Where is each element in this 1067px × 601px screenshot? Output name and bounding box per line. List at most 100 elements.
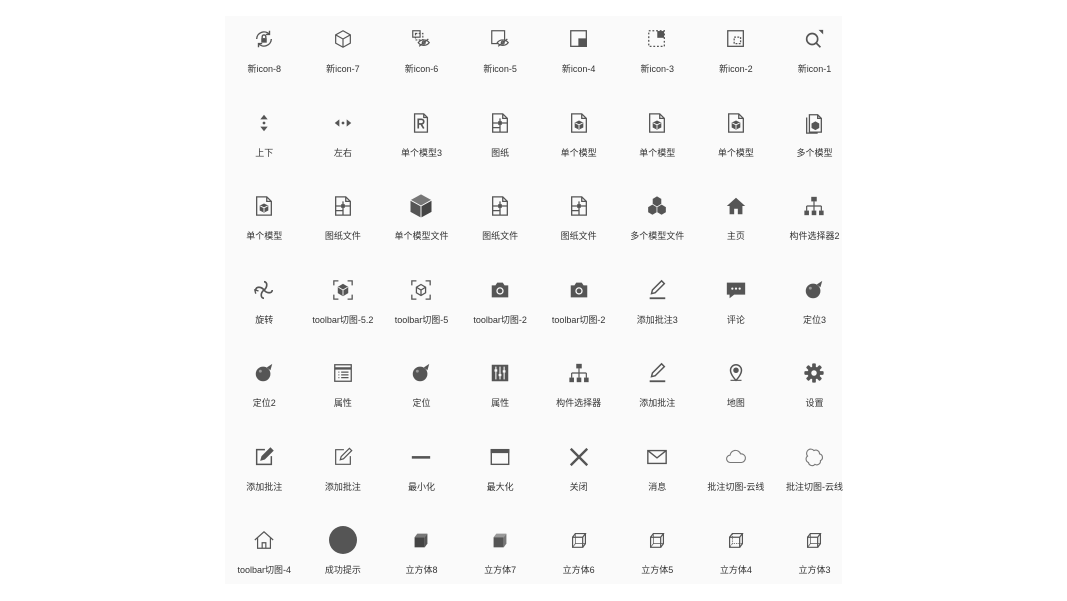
sliders-icon — [487, 360, 513, 386]
mail-icon — [644, 444, 670, 470]
icon-tile[interactable]: 新icon-4 — [539, 16, 618, 100]
icon-tile[interactable]: 立方体4 — [697, 517, 776, 601]
drawing-file-icon — [566, 193, 592, 219]
frame-cube-icon — [330, 277, 356, 303]
icon-tile[interactable]: 新icon-8 — [225, 16, 304, 100]
cube-wire-icon — [801, 527, 827, 553]
icon-tile[interactable]: 属性 — [461, 350, 540, 434]
cube-wire-icon — [566, 527, 592, 553]
icon-tile[interactable]: toolbar切图-2 — [461, 267, 540, 351]
icon-tile[interactable]: 新icon-5 — [461, 16, 540, 100]
icon-label: 地图 — [726, 398, 745, 408]
icon-label: 构件选择器 — [556, 398, 602, 408]
icon-label: 评论 — [726, 314, 745, 325]
home-solid-icon — [723, 193, 749, 219]
icon-tile[interactable]: 图纸文件 — [304, 183, 383, 267]
icon-label: 新icon-4 — [561, 64, 596, 74]
icon-tile[interactable]: 单个模型 — [225, 183, 304, 267]
icon-label: 主页 — [726, 231, 745, 241]
icon-tile[interactable]: 立方体5 — [618, 517, 697, 601]
icon-tile[interactable]: 单个模型 — [539, 100, 618, 184]
icon-tile[interactable]: 批注切图-云线 — [697, 434, 776, 518]
icon-tile[interactable]: 单个模型 — [697, 100, 776, 184]
icon-tile[interactable]: 构件选择器 — [539, 350, 618, 434]
icon-label: 定位 — [412, 398, 431, 408]
icon-tile[interactable]: 最大化 — [461, 434, 540, 518]
icon-tile[interactable]: 属性 — [304, 350, 383, 434]
locate-ball-icon — [251, 360, 277, 386]
icon-tile[interactable]: toolbar切图-2 — [539, 267, 618, 351]
icon-tile[interactable]: 新icon-2 — [697, 16, 776, 100]
icon-label: 单个模型 — [246, 231, 283, 241]
icon-tile[interactable]: 立方体6 — [539, 517, 618, 601]
icon-label: 单个模型文件 — [394, 231, 449, 241]
icon-sheet-panel: 新icon-8 新icon-7 新icon-6 新icon-5 新icon-4 新icon… — [225, 16, 843, 584]
model-file-icon — [566, 110, 592, 136]
icon-tile[interactable]: 图纸文件 — [461, 183, 540, 267]
icon-label: toolbar切图-2 — [551, 314, 606, 325]
icon-tile[interactable]: 立方体8 — [382, 517, 461, 601]
icon-label: 图纸文件 — [482, 231, 519, 241]
circle-solid-icon — [328, 526, 357, 554]
icon-tile[interactable]: 成功提示 — [304, 517, 383, 601]
icon-label: 多个模型文件 — [630, 231, 685, 241]
icon-tile[interactable]: 图纸 — [461, 100, 540, 184]
icon-tile[interactable]: 定位2 — [225, 350, 304, 434]
icon-tile[interactable]: 新icon-1 — [775, 16, 854, 100]
icon-label: 批注切图-云线 — [707, 481, 765, 492]
icon-tile[interactable]: 消息 — [618, 434, 697, 518]
icon-tile[interactable]: 主页 — [697, 183, 776, 267]
icon-tile[interactable]: 地图 — [697, 350, 776, 434]
multi-model-file-icon — [801, 110, 827, 136]
icon-tile[interactable]: 新icon-3 — [618, 16, 697, 100]
icon-tile[interactable]: 批注切图-云线 — [775, 434, 854, 518]
icon-tile[interactable]: 新icon-6 — [382, 16, 461, 100]
home-outline-icon — [251, 527, 277, 553]
icon-tile[interactable]: 评论 — [697, 267, 776, 351]
icon-label: 最大化 — [486, 481, 514, 492]
icon-tile[interactable]: 立方体7 — [461, 517, 540, 601]
icon-tile[interactable]: 定位 — [382, 350, 461, 434]
icon-label: 新icon-1 — [797, 64, 832, 74]
icon-tile[interactable]: 上下 — [225, 100, 304, 184]
icon-label: 单个模型3 — [400, 147, 442, 158]
icon-tile[interactable]: 单个模型文件 — [382, 183, 461, 267]
icon-label: 设置 — [805, 398, 824, 408]
icon-grid: 新icon-8 新icon-7 新icon-6 新icon-5 新icon-4 新icon… — [225, 16, 843, 584]
icon-tile[interactable]: toolbar切图-5.2 — [304, 267, 383, 351]
icon-tile[interactable]: 多个模型文件 — [618, 183, 697, 267]
rotate-orbit-icon — [251, 277, 277, 303]
icon-label: 旋转 — [255, 314, 274, 325]
icon-tile[interactable]: 最小化 — [382, 434, 461, 518]
model-file-icon — [251, 193, 277, 219]
icon-tile[interactable]: toolbar切图-4 — [225, 517, 304, 601]
icon-tile[interactable]: 添加批注 — [225, 434, 304, 518]
icon-tile[interactable]: 左右 — [304, 100, 383, 184]
icon-label: 批注切图-云线 — [785, 481, 843, 492]
icon-tile[interactable]: 设置 — [775, 350, 854, 434]
frame-cube-outline-icon — [408, 277, 434, 303]
icon-tile[interactable]: 旋转 — [225, 267, 304, 351]
icon-label: 图纸文件 — [324, 231, 361, 241]
icon-tile[interactable]: 新icon-7 — [304, 16, 383, 100]
icon-tile[interactable]: 构件选择器2 — [775, 183, 854, 267]
icon-label: 消息 — [648, 481, 667, 492]
icon-tile[interactable]: 立方体3 — [775, 517, 854, 601]
icon-tile[interactable]: 定位3 — [775, 267, 854, 351]
icon-tile[interactable]: 添加批注 — [304, 434, 383, 518]
icon-tile[interactable]: 图纸文件 — [539, 183, 618, 267]
icon-tile[interactable]: 关闭 — [539, 434, 618, 518]
icon-tile[interactable]: 单个模型 — [618, 100, 697, 184]
icon-label: 单个模型 — [717, 147, 754, 158]
icon-tile[interactable]: 添加批注 — [618, 350, 697, 434]
icon-tile[interactable]: 单个模型3 — [382, 100, 461, 184]
properties-list-icon — [330, 360, 356, 386]
icon-tile[interactable]: 添加批注3 — [618, 267, 697, 351]
arrow-up-down-icon — [251, 110, 277, 136]
frame-select-icon — [723, 26, 749, 52]
icon-label: 立方体8 — [405, 565, 438, 575]
icon-label: 单个模型 — [639, 147, 676, 158]
icon-tile[interactable]: toolbar切图-5 — [382, 267, 461, 351]
icon-tile[interactable]: 多个模型 — [775, 100, 854, 184]
view-hide-icon — [408, 26, 434, 52]
